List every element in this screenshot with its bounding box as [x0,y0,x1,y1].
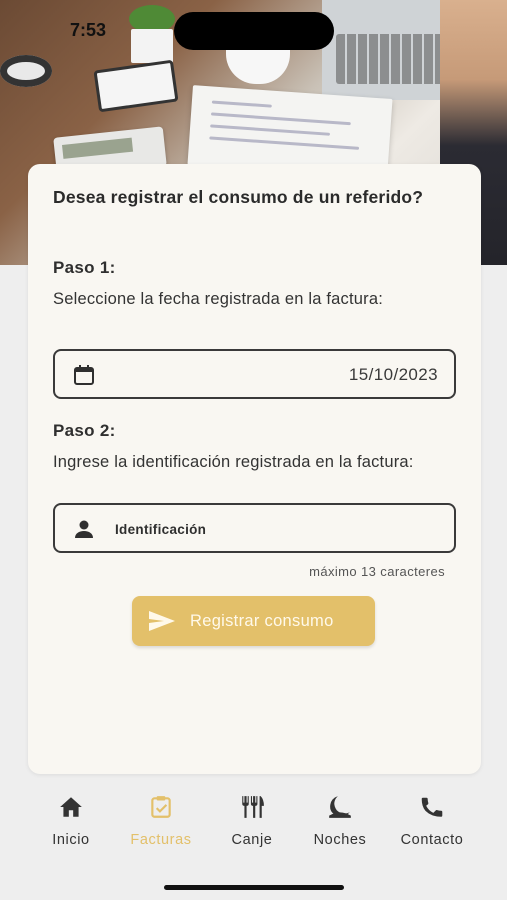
restaurant-icon [242,796,264,818]
nav-label-contacto: Contacto [400,832,464,848]
step2-label: Paso 2: [53,421,116,440]
identification-field[interactable] [53,503,456,553]
person-icon [75,520,93,538]
step2-description: Ingrese la identificación registrada en … [53,453,414,471]
selected-date: 15/10/2023 [348,365,438,384]
receipt-check-icon [151,796,171,818]
date-picker-field[interactable]: 15/10/2023 [53,349,456,399]
dynamic-island [174,12,334,50]
nav-item-contacto[interactable]: Contacto [387,794,477,848]
register-consumption-label: Registrar consumo [190,611,334,630]
cardholder-decoration [93,59,179,113]
step1-label: Paso 1: [53,258,116,277]
home-indicator [164,885,344,890]
night-icon [329,796,351,818]
nav-item-noches[interactable]: Noches [295,794,385,848]
plant-decoration [125,5,179,65]
form-title: Desea registrar el consumo de un referid… [53,187,424,207]
identification-input[interactable] [115,518,435,540]
max-length-helper: máximo 13 caracteres [309,564,445,579]
nav-label-canje: Canje [231,832,273,848]
nav-label-noches: Noches [313,832,367,848]
calendar-icon [74,365,94,385]
send-icon [149,611,175,631]
register-consumption-card: Desea registrar el consumo de un referid… [28,164,481,774]
nav-label-inicio: Inicio [52,832,90,848]
nav-label-facturas: Facturas [130,832,192,848]
nav-item-inicio[interactable]: Inicio [26,794,116,848]
home-icon [60,797,82,817]
phone-icon [421,797,443,817]
nav-item-canje[interactable]: Canje [207,794,297,848]
bottom-navigation: Inicio Facturas Canje Noches Contacto [0,784,507,864]
tape-dispenser-decoration [0,55,52,87]
step1-description: Seleccione la fecha registrada en la fac… [53,290,384,308]
mug-decoration [226,44,290,84]
status-time: 7:53 [70,20,107,40]
nav-item-facturas[interactable]: Facturas [116,794,206,848]
register-consumption-button[interactable]: Registrar consumo [132,596,375,646]
